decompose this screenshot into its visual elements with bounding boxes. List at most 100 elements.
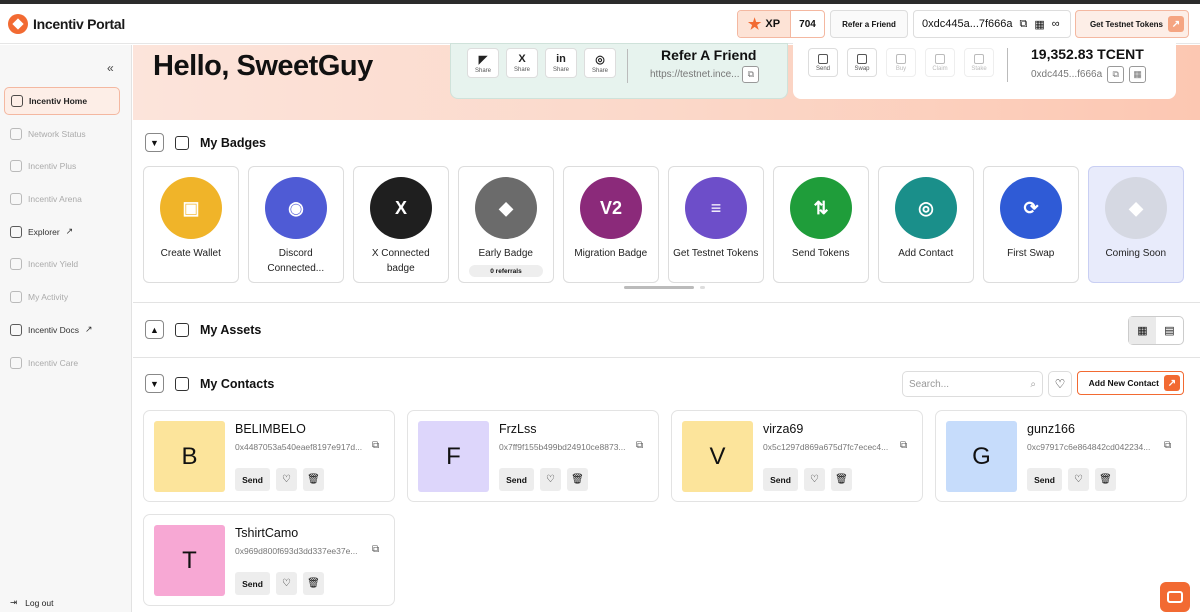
badge-card[interactable]: ≡ Get Testnet Tokens xyxy=(668,166,764,283)
contact-name: BELIMBELO xyxy=(235,422,306,436)
grid-view-icon[interactable]: ▦ xyxy=(1129,317,1156,344)
action-label: Stake xyxy=(971,65,987,72)
send-button[interactable]: Send xyxy=(235,572,270,595)
sidebar-item-label: My Activity xyxy=(28,292,69,303)
trash-icon: 🗑 xyxy=(307,474,320,485)
get-testnet-tokens-button[interactable]: Get Testnet Tokens ↗ xyxy=(1075,10,1189,38)
copy-icon[interactable]: ⧉ xyxy=(1020,18,1028,31)
qr-code-icon[interactable]: ▦ xyxy=(1129,66,1147,83)
favorite-button[interactable]: ♡ xyxy=(276,572,297,595)
sidebar-item-incentiv-yield[interactable]: Incentiv Yield xyxy=(4,250,120,278)
badge-card[interactable]: ◎ Add Contact xyxy=(878,166,974,283)
copy-icon[interactable]: ⧉ xyxy=(372,544,379,555)
badge-card[interactable]: ◆ Early Badge 0 referrals xyxy=(458,166,554,283)
delete-button[interactable]: 🗑 xyxy=(567,468,588,491)
sidebar-item-label: Incentiv Arena xyxy=(28,194,82,205)
incentiv-logo-icon xyxy=(8,14,28,34)
qr-code-icon[interactable]: ▦ xyxy=(1034,18,1044,31)
sidebar-item-label: Incentiv Home xyxy=(29,96,88,106)
badge-card[interactable]: ⟳ First Swap xyxy=(983,166,1079,283)
share-button-telegram[interactable]: ◤ Share xyxy=(467,48,499,78)
section-title: My Badges xyxy=(200,135,266,150)
collapse-sidebar-icon[interactable]: « xyxy=(107,61,114,75)
share-button-linkedin[interactable]: in Share xyxy=(545,48,577,78)
avatar: F xyxy=(418,421,489,492)
badge-card[interactable]: ◆ Coming Soon xyxy=(1088,166,1184,283)
chevron-down-icon[interactable]: ▼ xyxy=(145,374,164,393)
contact-address: 0xc97917c6e864842cd042234... xyxy=(1027,442,1151,452)
sidebar-item-explorer[interactable]: Explorer ↗ xyxy=(4,218,120,246)
contact-name: virza69 xyxy=(763,422,804,436)
chat-support-button[interactable] xyxy=(1160,582,1190,612)
send-button[interactable]: Send xyxy=(1027,468,1062,491)
avatar: T xyxy=(154,525,225,596)
favorite-button[interactable]: ♡ xyxy=(804,468,825,491)
chevron-down-icon[interactable]: ▼ xyxy=(145,133,164,152)
share-button-x[interactable]: X Share xyxy=(506,48,538,78)
logout-label: Log out xyxy=(25,597,54,608)
heart-icon: ♡ xyxy=(1054,377,1066,391)
xp-counter[interactable]: ★ XP 704 xyxy=(737,10,825,38)
badge-card[interactable]: ⇅ Send Tokens xyxy=(773,166,869,283)
favorite-button[interactable]: ♡ xyxy=(1068,468,1089,491)
app-logo[interactable]: Incentiv Portal xyxy=(8,14,125,34)
contact-name: TshirtCamo xyxy=(235,526,299,540)
badge-card[interactable]: ▣ Create Wallet xyxy=(143,166,239,283)
favorite-button[interactable]: ♡ xyxy=(276,468,297,491)
arena-icon xyxy=(10,193,22,206)
send-button[interactable]: Send xyxy=(235,468,270,491)
token-balance: 19,352.83 TCENT xyxy=(1031,46,1144,62)
trash-icon: 🗑 xyxy=(307,578,320,589)
copy-link-icon[interactable]: ⧉ xyxy=(742,66,760,83)
sidebar-item-incentiv-home[interactable]: Incentiv Home xyxy=(4,87,120,115)
sidebar-item-network-status[interactable]: Network Status xyxy=(4,120,120,148)
carousel-scrollbar-track[interactable] xyxy=(700,286,705,289)
badge-glyph: X xyxy=(394,197,407,218)
badge-glyph: ◉ xyxy=(288,197,304,218)
badge-name: X Connected badge xyxy=(371,248,430,274)
delete-button[interactable]: 🗑 xyxy=(303,572,324,595)
copy-icon[interactable]: ⧉ xyxy=(900,440,907,451)
linkedin-icon: in xyxy=(556,53,566,65)
sidebar-item-incentiv-care[interactable]: Incentiv Care xyxy=(4,349,120,377)
refer-link-row: https://testnet.ince... ⧉ xyxy=(650,66,760,83)
carousel-scrollbar[interactable] xyxy=(624,286,694,289)
copy-icon[interactable]: ⧉ xyxy=(1107,66,1125,83)
delete-button[interactable]: 🗑 xyxy=(1095,468,1116,491)
add-new-contact-button[interactable]: Add New Contact ↗ xyxy=(1077,371,1184,395)
delete-button[interactable]: 🗑 xyxy=(831,468,852,491)
sidebar-item-incentiv-docs[interactable]: Incentiv Docs ↗ xyxy=(4,316,120,344)
logout-button[interactable]: ⇥ Log out xyxy=(10,597,54,608)
swap-button[interactable]: Swap xyxy=(847,48,877,77)
sidebar-item-incentiv-plus[interactable]: Incentiv Plus xyxy=(4,152,120,180)
refer-friend-button[interactable]: Refer a Friend xyxy=(830,10,908,38)
chat-icon xyxy=(1167,591,1183,603)
copy-icon[interactable]: ⧉ xyxy=(372,440,379,451)
send-button[interactable]: Send xyxy=(763,468,798,491)
chevron-up-icon[interactable]: ▲ xyxy=(145,320,164,339)
connections-icon[interactable]: ∞ xyxy=(1052,18,1060,30)
search-input[interactable]: Search... ⌕ xyxy=(902,371,1043,397)
share-button-whatsapp[interactable]: ◎ Share xyxy=(584,48,616,78)
action-label: Buy xyxy=(895,65,907,72)
copy-icon[interactable]: ⧉ xyxy=(636,440,643,451)
sidebar-item-label: Incentiv Yield xyxy=(28,259,79,270)
section-title: My Assets xyxy=(200,322,262,337)
wallet-address-box[interactable]: 0xdc445a...7f666a ⧉ ▦ ∞ xyxy=(913,10,1071,38)
sidebar-item-my-activity[interactable]: My Activity xyxy=(4,283,120,311)
copy-icon[interactable]: ⧉ xyxy=(1164,440,1171,451)
whatsapp-icon: ◎ xyxy=(595,53,605,66)
badge-card[interactable]: ◉ Discord Connected... xyxy=(248,166,344,283)
favorite-button[interactable]: ♡ xyxy=(540,468,561,491)
badge-glyph: ≡ xyxy=(710,197,722,218)
refer-title: Refer A Friend xyxy=(661,47,757,63)
delete-button[interactable]: 🗑 xyxy=(303,468,324,491)
favorites-filter-button[interactable]: ♡ xyxy=(1048,371,1072,397)
table-view-icon[interactable]: ▤ xyxy=(1156,317,1183,344)
badge-card[interactable]: X X Connected badge xyxy=(353,166,449,283)
send-button[interactable]: Send xyxy=(808,48,838,77)
badge-card[interactable]: V2 Migration Badge xyxy=(563,166,659,283)
send-button[interactable]: Send xyxy=(499,468,534,491)
sidebar-item-incentiv-arena[interactable]: Incentiv Arena xyxy=(4,185,120,213)
trash-icon: 🗑 xyxy=(571,474,584,485)
